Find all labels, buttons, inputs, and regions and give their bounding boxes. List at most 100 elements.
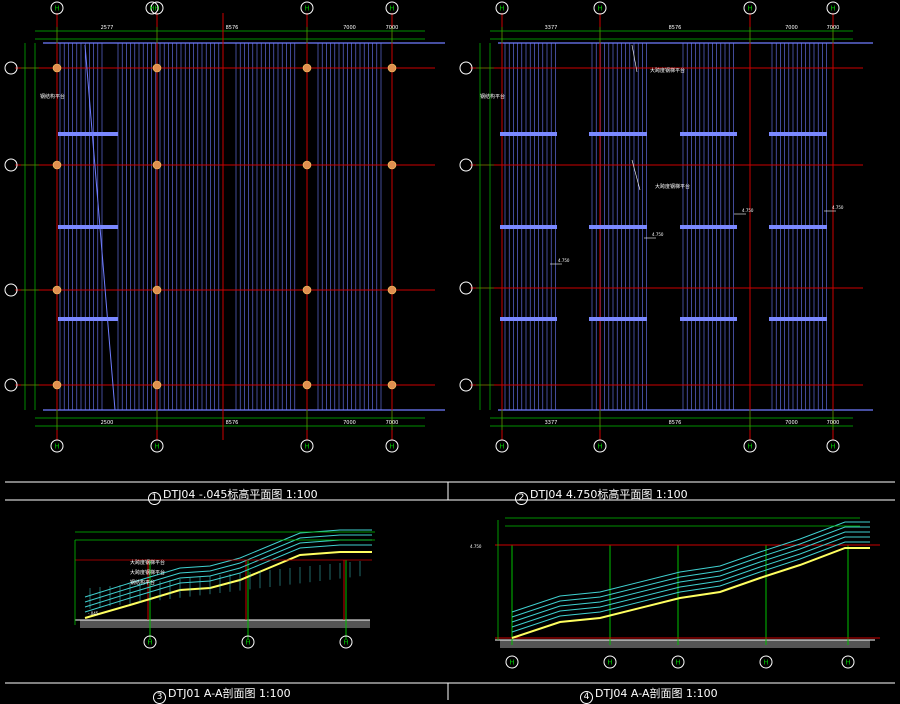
section4-title-number: 4 bbox=[580, 691, 593, 704]
plan2-top-dim-text: 3377 bbox=[545, 25, 558, 31]
section4: 4.750 H H H H H bbox=[470, 517, 880, 669]
plan1-note: 钢结构平台 bbox=[40, 93, 65, 100]
plan2-beam bbox=[589, 225, 647, 229]
plan2-title-number: 2 bbox=[515, 492, 528, 505]
section3-axis-bubble-label: H bbox=[245, 639, 250, 647]
section3-axis-bubble-label: H bbox=[147, 639, 152, 647]
plan1-column bbox=[302, 160, 312, 170]
plan2-beam bbox=[589, 317, 647, 321]
plan1-column bbox=[152, 285, 162, 295]
plan1-top-dim-text: 7000 bbox=[343, 25, 356, 31]
plan2-beam bbox=[769, 132, 827, 136]
plan1-title-number: 1 bbox=[148, 492, 161, 505]
plan1-bottom-dim-text: 2500 bbox=[101, 420, 114, 426]
cad-drawing-canvas: H H H H H H H H 2577 8576 7000 7000 2500 8576 7000 7000… bbox=[4, 1, 895, 700]
plan2-bottom-axis-bubble-label: H bbox=[747, 443, 752, 451]
plan2-beam bbox=[769, 317, 827, 321]
plan2-top-axis-bubble-label: H bbox=[597, 5, 602, 13]
section3-rail bbox=[84, 534, 372, 603]
plan2-elevation-text: 4.750 bbox=[832, 205, 844, 210]
plan1-bottom-axis-bubble-label: H bbox=[54, 443, 59, 451]
plan2-title: 2 DTJ04 4.750标高平面图 1:100 bbox=[515, 486, 688, 505]
plan1-bottom-dim-text: 7000 bbox=[343, 420, 356, 426]
section3-stair-body bbox=[84, 551, 372, 619]
section3-rail bbox=[84, 544, 372, 613]
plan2-bottom-dim-text: 8576 bbox=[669, 420, 682, 426]
plan1-axis-bubble-extra-label: H bbox=[149, 5, 154, 13]
section4-rail bbox=[511, 536, 870, 628]
plan2-bottom-axis-bubble-label: H bbox=[597, 443, 602, 451]
section4-axis-bubble-label: H bbox=[845, 659, 850, 667]
plan1-column bbox=[302, 63, 312, 73]
plan1-top-dim-text: 8576 bbox=[226, 25, 239, 31]
plan1-title: 1 DTJ04 -.045标高平面图 1:100 bbox=[148, 486, 318, 505]
plan1-column bbox=[387, 160, 397, 170]
plan1-column bbox=[52, 285, 62, 295]
section4-elevation: 4.750 bbox=[470, 544, 482, 549]
section3-title: 3 DTJ01 A-A剖面图 1:100 bbox=[153, 685, 291, 704]
plan2-note-platform: 钢结构平台 bbox=[480, 93, 505, 100]
section4-axis-bubble-label: H bbox=[675, 659, 680, 667]
section3-title-number: 3 bbox=[153, 691, 166, 704]
plan1-bottom-axis-bubble-label: H bbox=[154, 443, 159, 451]
section3-elevation: -.045 bbox=[88, 611, 99, 616]
plan1-column bbox=[152, 160, 162, 170]
plan2-elevation-text: 4.750 bbox=[558, 258, 570, 263]
plan2-bottom-dim-text: 7000 bbox=[785, 420, 798, 426]
plan1-top-dim-text: 7000 bbox=[386, 25, 399, 31]
plan2-top-axis-bubble-label: H bbox=[499, 5, 504, 13]
plan1-column bbox=[52, 380, 62, 390]
plan2-top-dim-text: 8576 bbox=[669, 25, 682, 31]
plan2-note-1: 大跨度钢梯平台 bbox=[650, 67, 685, 74]
plan2-beam bbox=[589, 132, 647, 136]
plan2-top-dim-text: 7000 bbox=[785, 25, 798, 31]
plan1-top-axis-bubble-label: H bbox=[54, 5, 59, 13]
section4-rail bbox=[511, 521, 870, 613]
plan1-bottom-dim-text: 8576 bbox=[226, 420, 239, 426]
section3: 大跨度钢梯平台大跨度钢梯平台钢结构平台 -.045 H H H bbox=[74, 529, 375, 649]
section4-title-text: DTJ04 A-A剖面图 1:100 bbox=[595, 687, 718, 700]
plan2-bottom-dim-text: 7000 bbox=[827, 420, 840, 426]
plan2-beam bbox=[500, 132, 557, 136]
plan1-column bbox=[387, 380, 397, 390]
plan2-beam bbox=[680, 317, 737, 321]
plan1-bottom-axis-bubble-label: H bbox=[304, 443, 309, 451]
plan1-top-axis-bubble-label: H bbox=[389, 5, 394, 13]
plan2-top-dim-text: 7000 bbox=[827, 25, 840, 31]
plan1-top-axis-bubble-label: H bbox=[304, 5, 309, 13]
plan1-column bbox=[52, 63, 62, 73]
plan1-beam bbox=[58, 225, 118, 229]
section3-axis-bubble-label: H bbox=[343, 639, 348, 647]
section4-axis-bubble-label: H bbox=[509, 659, 514, 667]
section3-note: 大跨度钢梯平台 bbox=[130, 569, 165, 576]
plan1-column bbox=[387, 63, 397, 73]
plan2-title-text: DTJ04 4.750标高平面图 1:100 bbox=[530, 488, 688, 501]
plan1-column bbox=[387, 285, 397, 295]
section4-axis-bubble-label: H bbox=[763, 659, 768, 667]
plan2-elevation-text: 4.750 bbox=[742, 208, 754, 213]
section4-ground bbox=[500, 640, 870, 648]
section3-note: 钢结构平台 bbox=[130, 579, 155, 586]
plan1-bottom-dim-text: 7000 bbox=[386, 420, 399, 426]
plan2-bottom-dim-text: 3377 bbox=[545, 420, 558, 426]
section3-ground bbox=[80, 620, 370, 628]
plan2-bottom-axis-bubble-label: H bbox=[499, 443, 504, 451]
plan2-bottom-axis-bubble-label: H bbox=[830, 443, 835, 451]
plan2-elevation-text: 4.750 bbox=[652, 232, 664, 237]
section4-rail bbox=[511, 526, 870, 618]
section3-rail bbox=[84, 539, 372, 608]
plan1: H H H H H H H H 2577 8576 7000 7000 2500 8576 7000 7000 bbox=[4, 1, 445, 453]
section4-axis-bubble-label: H bbox=[607, 659, 612, 667]
plan1-beam bbox=[58, 132, 118, 136]
plan1-bottom-axis-bubble-label: H bbox=[389, 443, 394, 451]
plan2-note-2: 大跨度钢梯平台 bbox=[655, 183, 690, 190]
plan2-beam bbox=[500, 225, 557, 229]
plan2-beam bbox=[500, 317, 557, 321]
plan2-top-axis-bubble-label: H bbox=[830, 5, 835, 13]
section3-title-text: DTJ01 A-A剖面图 1:100 bbox=[168, 687, 291, 700]
plan1-title-text: DTJ04 -.045标高平面图 1:100 bbox=[163, 488, 318, 501]
section4-title: 4 DTJ04 A-A剖面图 1:100 bbox=[580, 685, 718, 704]
section3-note: 大跨度钢梯平台 bbox=[130, 559, 165, 566]
plan2-beam bbox=[680, 132, 737, 136]
plan1-column bbox=[152, 380, 162, 390]
